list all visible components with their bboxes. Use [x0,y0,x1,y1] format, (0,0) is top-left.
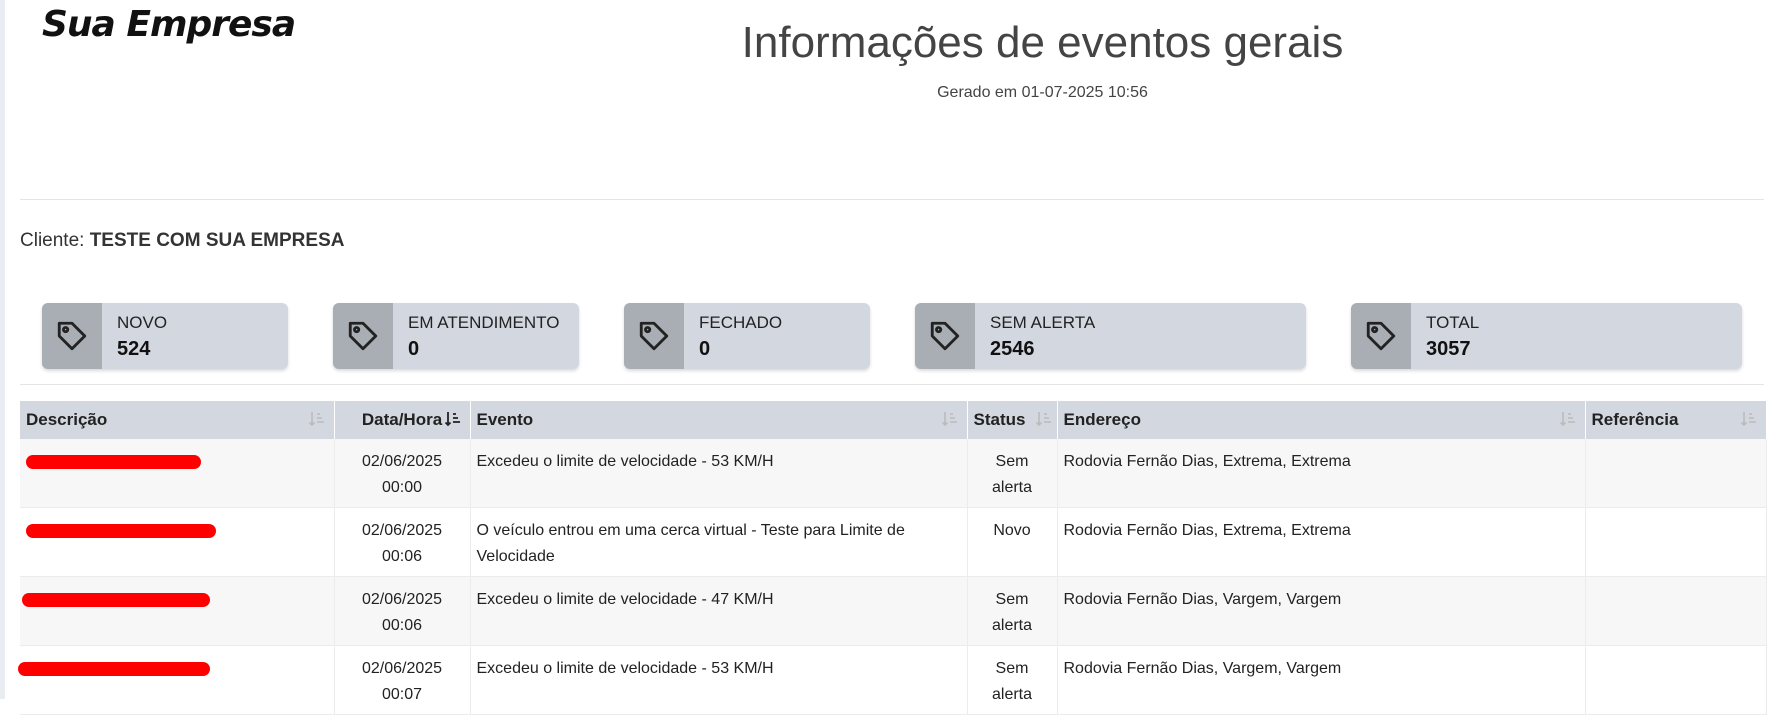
sort-active-icon[interactable] [444,410,462,428]
header-divider [20,199,1764,200]
tag-icon [624,303,684,369]
table-row: 02/06/2025 00:06 O veículo entrou em uma … [20,507,1767,577]
cell-evento: Excedeu o limite de velocidade - 53 KM/H [470,645,968,715]
card-em-atendimento: EM ATENDIMENTO 0 [333,303,579,369]
cell-evento: Excedeu o limite de velocidade - 53 KM/H [470,439,968,508]
cell-status: Sem alerta [967,439,1058,508]
card-label: FECHADO [699,313,783,332]
cell-descricao [18,645,335,715]
page-title: Informações de eventos gerais [741,18,1344,67]
sort-icon[interactable] [1740,410,1758,428]
column-header-status[interactable]: Status [967,401,1058,439]
redaction-mark [26,455,201,469]
card-value: 0 [699,338,711,360]
events-table: Descrição Data/Hora Evento Status Endere… [18,401,1767,715]
card-value: 0 [408,338,420,360]
cell-data-hora: 02/06/2025 00:06 [334,576,471,646]
cell-evento: Excedeu o limite de velocidade - 47 KM/H [470,576,968,646]
sort-icon[interactable] [1559,410,1577,428]
card-label: SEM ALERTA [990,313,1096,332]
tag-icon [1351,303,1411,369]
column-header-descricao[interactable]: Descrição [20,401,335,439]
client-name: TESTE COM SUA EMPRESA [89,230,345,251]
cell-descricao [20,576,335,646]
cell-referencia [1585,439,1767,508]
tag-icon [915,303,975,369]
cell-data-hora: 02/06/2025 00:00 [334,439,471,508]
sort-icon[interactable] [1035,410,1053,428]
card-total: TOTAL 3057 [1351,303,1742,369]
card-value: 524 [117,338,151,360]
card-novo: NOVO 524 [42,303,288,369]
table-row: 02/06/2025 00:00 Excedeu o limite de velo… [20,439,1767,508]
cell-data-hora: 02/06/2025 00:07 [334,645,471,715]
card-value: 3057 [1426,338,1471,360]
cell-descricao [20,439,335,508]
redaction-mark [22,593,210,607]
redaction-mark [18,662,210,676]
column-header-evento[interactable]: Evento [470,401,968,439]
tag-icon [333,303,393,369]
column-header-endereco[interactable]: Endereço [1057,401,1586,439]
sort-icon[interactable] [941,410,959,428]
card-value: 2546 [990,338,1035,360]
column-header-data-hora[interactable]: Data/Hora [334,401,471,439]
client-line: Cliente: TESTE COM SUA EMPRESA [20,230,344,252]
cell-evento: O veículo entrou em uma cerca virtual - … [470,507,968,577]
cell-status: Sem alerta [967,576,1058,646]
card-label: NOVO [117,313,168,332]
generated-timestamp: Gerado em 01-07-2025 10:56 [937,84,1148,101]
cards-divider [20,384,1764,385]
cell-descricao [20,507,335,577]
cell-endereco: Rodovia Fernão Dias, Extrema, Extrema [1057,439,1586,508]
cell-referencia [1585,576,1767,646]
cell-referencia [1585,507,1767,577]
redaction-mark [26,524,216,538]
cell-status: Novo [967,507,1058,577]
card-label: EM ATENDIMENTO [408,313,560,332]
card-fechado: FECHADO 0 [624,303,870,369]
cell-endereco: Rodovia Fernão Dias, Extrema, Extrema [1057,507,1586,577]
cell-endereco: Rodovia Fernão Dias, Vargem, Vargem [1057,645,1586,715]
card-label: TOTAL [1426,313,1480,332]
table-row: 02/06/2025 00:07 Excedeu o limite de velo… [18,645,1767,715]
tag-icon [42,303,102,369]
sort-icon[interactable] [308,410,326,428]
left-rail [0,0,5,699]
cell-data-hora: 02/06/2025 00:06 [334,507,471,577]
table-row: 02/06/2025 00:06 Excedeu o limite de velo… [20,576,1767,646]
cell-endereco: Rodovia Fernão Dias, Vargem, Vargem [1057,576,1586,646]
cell-status: Sem alerta [967,645,1058,715]
column-header-referencia[interactable]: Referência [1585,401,1767,439]
client-label: Cliente: [20,230,85,251]
cell-referencia [1585,645,1767,715]
card-sem-alerta: SEM ALERTA 2546 [915,303,1306,369]
